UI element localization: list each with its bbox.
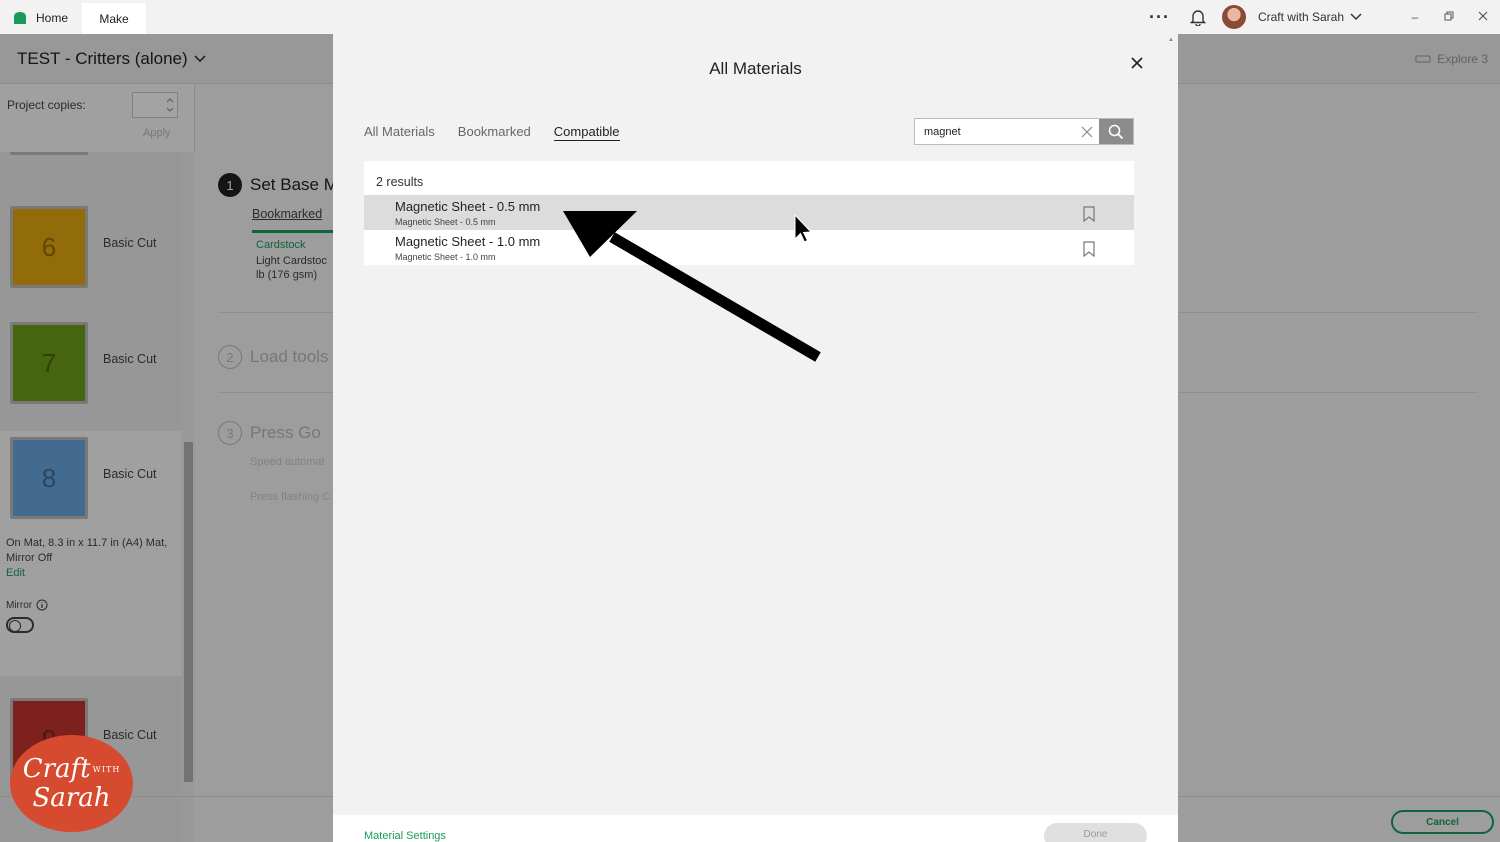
search-input[interactable] bbox=[915, 119, 1075, 144]
close-window-icon[interactable] bbox=[1466, 10, 1500, 24]
tab-compatible[interactable]: Compatible bbox=[553, 124, 620, 141]
cricut-home-icon bbox=[14, 12, 26, 24]
more-options-icon[interactable]: ··· bbox=[1149, 7, 1170, 28]
result-item[interactable]: Magnetic Sheet - 0.5 mm Magnetic Sheet -… bbox=[364, 195, 1134, 230]
search-icon bbox=[1108, 124, 1124, 139]
logo-text-craft: Craft bbox=[22, 754, 91, 784]
home-tab[interactable]: Home bbox=[12, 8, 68, 28]
material-search bbox=[914, 118, 1134, 145]
close-icon[interactable] bbox=[1128, 54, 1146, 72]
make-tab-label: Make bbox=[99, 11, 129, 26]
clear-search-icon[interactable] bbox=[1075, 119, 1099, 144]
search-button[interactable] bbox=[1099, 119, 1133, 144]
logo-text-sarah: Sarah bbox=[32, 783, 111, 813]
user-avatar[interactable] bbox=[1221, 5, 1246, 29]
home-tab-label: Home bbox=[36, 11, 69, 25]
material-settings-link[interactable]: Material Settings bbox=[364, 830, 446, 842]
logo-text-with: WITH bbox=[92, 765, 121, 774]
dialog-footer: Material Settings Done bbox=[333, 815, 1178, 842]
notifications-bell-icon[interactable] bbox=[1189, 9, 1206, 26]
result-name: Magnetic Sheet - 0.5 mm bbox=[395, 199, 541, 214]
tab-all-materials[interactable]: All Materials bbox=[364, 124, 435, 141]
results-count: 2 results bbox=[376, 175, 424, 189]
title-bar: Home Make ··· Craft with Sarah – bbox=[0, 0, 1500, 34]
user-name[interactable]: Craft with Sarah bbox=[1258, 10, 1344, 24]
restore-icon[interactable] bbox=[1432, 10, 1466, 24]
result-subtitle: Magnetic Sheet - 0.5 mm bbox=[395, 217, 496, 227]
result-subtitle: Magnetic Sheet - 1.0 mm bbox=[395, 252, 496, 262]
tab-bookmarked[interactable]: Bookmarked bbox=[458, 124, 531, 141]
make-tab[interactable]: Make bbox=[82, 3, 146, 34]
result-item[interactable]: Magnetic Sheet - 1.0 mm Magnetic Sheet -… bbox=[364, 230, 1134, 265]
material-tabs: All Materials Bookmarked Compatible bbox=[364, 124, 620, 141]
result-name: Magnetic Sheet - 1.0 mm bbox=[395, 234, 541, 249]
user-menu-chevron-icon[interactable] bbox=[1350, 13, 1362, 21]
bookmark-icon[interactable] bbox=[1082, 241, 1096, 257]
all-materials-dialog: ▲ All Materials All Materials Bookmarked… bbox=[333, 34, 1178, 842]
craft-with-sarah-logo: Craft WITH Sarah bbox=[10, 735, 133, 832]
minimize-icon[interactable]: – bbox=[1398, 10, 1432, 24]
scroll-up-icon[interactable]: ▲ bbox=[1168, 37, 1174, 43]
results-list: 2 results Magnetic Sheet - 0.5 mm Magnet… bbox=[364, 161, 1134, 265]
done-button[interactable]: Done bbox=[1044, 823, 1147, 842]
bookmark-icon[interactable] bbox=[1082, 206, 1096, 222]
dialog-title: All Materials bbox=[709, 59, 802, 78]
